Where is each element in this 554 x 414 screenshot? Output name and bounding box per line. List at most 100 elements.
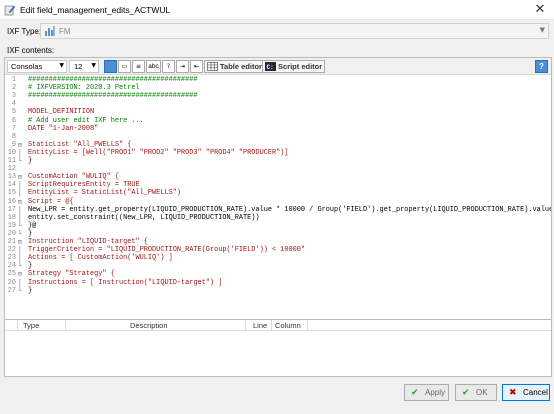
font-size-select[interactable]: 12 ▼ [69, 60, 99, 73]
code-line[interactable]: 6 # Add user edit IXF here ... [5, 117, 551, 125]
font-select[interactable]: Consolas ▼ [7, 60, 67, 73]
code-text: Script = @{ [28, 197, 74, 206]
fold-marker[interactable]: ⊟ [18, 238, 26, 246]
code-line[interactable]: 11 └} [5, 157, 551, 165]
line-number: 16 [7, 197, 16, 206]
ok-button[interactable]: ✔ OK [455, 384, 497, 401]
fold-marker: └ [18, 221, 22, 230]
code-line[interactable]: 20 └} [5, 230, 551, 238]
code-text: StaticList "All_PWELLS" { [28, 140, 132, 149]
line-number: 27 [7, 286, 16, 295]
line-number: 26 [7, 278, 16, 287]
ixf-contents-label: IXF contents: [7, 46, 55, 55]
code-line[interactable]: 5 MODEL_DEFINITION [5, 108, 551, 116]
page-icon[interactable]: ▭ [118, 60, 131, 73]
fold-marker: └ [18, 286, 22, 295]
table-editor-icon [207, 62, 218, 71]
line-number: 3 [11, 92, 16, 101]
abc-button[interactable]: abc [146, 60, 161, 73]
apply-check-icon: ✔ [411, 388, 419, 398]
code-line[interactable]: 22 │ TriggerCriterion = "LIQUID_PRODUCTION… [5, 246, 551, 254]
column-line[interactable]: Line [253, 321, 267, 330]
line-number: 25 [7, 270, 16, 279]
code-text: entity.set_constraint((New_LPR, LIQUID_P… [28, 213, 260, 222]
table-editor-button[interactable]: Table editor [204, 60, 265, 73]
code-line[interactable]: 4 [5, 100, 551, 108]
code-line[interactable]: 16 ⊟ Script = @{ [5, 198, 551, 206]
errors-panel: Type Description Line Column [5, 319, 551, 376]
code-text: }@ [28, 221, 37, 230]
ok-label: OK [476, 388, 488, 397]
code-line[interactable]: 26 │ Instructions = [ Instruction("LIQUID-… [5, 279, 551, 287]
format-lines-icon[interactable] [104, 60, 117, 73]
line-number: 24 [7, 262, 16, 271]
column-description[interactable]: Description [130, 321, 168, 330]
line-number: 13 [7, 173, 16, 182]
wrap-icon[interactable]: ≡ [132, 60, 145, 73]
code-text: # Add user edit IXF here ... [28, 116, 144, 125]
chevron-down-icon: ▼ [59, 62, 64, 69]
column-type[interactable]: Type [23, 321, 39, 330]
code-line[interactable]: 8 [5, 133, 551, 141]
code-line[interactable]: 23 │ Actions = [ CustomAction('WULIQ') ] [5, 254, 551, 262]
code-line[interactable]: 13 ⊟ CustomAction "WULIQ" { [5, 173, 551, 181]
code-line[interactable]: 25 ⊟ Strategy "Strategy" { [5, 270, 551, 278]
script-editor-icon: C: [265, 62, 276, 71]
code-text: # IXFVERSION: 2020.3 Petrel [28, 84, 140, 93]
code-line[interactable]: 2 # IXFVERSION: 2020.3 Petrel [5, 84, 551, 92]
code-line[interactable]: 12 [5, 165, 551, 173]
editor-toolbar: Consolas ▼ 12 ▼ ▭ ≡ abc ? ⇥ ⇤ Table edit… [5, 58, 551, 75]
fold-marker[interactable]: ⊟ [18, 141, 26, 149]
line-number: 10 [7, 148, 16, 157]
fold-marker[interactable]: ⊟ [18, 270, 26, 278]
line-number: 5 [11, 108, 16, 117]
column-column[interactable]: Column [275, 321, 301, 330]
code-text: DATE "1-Jan-2008" [28, 124, 99, 133]
fold-marker[interactable]: ⊟ [18, 198, 26, 206]
errors-header: Type Description Line Column [5, 320, 551, 331]
outdent-icon[interactable]: ⇤ [190, 60, 203, 73]
fold-marker: └ [18, 262, 22, 271]
line-number: 1 [11, 76, 16, 84]
script-editor-button[interactable]: C: Script editor [262, 60, 326, 73]
code-text: Instructions = [ Instruction("LIQUID-tar… [28, 278, 223, 287]
code-line[interactable]: 10 │ EntityList = [Well("PROD1" "PROD2" "P… [5, 149, 551, 157]
code-line[interactable]: 17 │ New_LPR = entity.get_property(LIQUID_… [5, 206, 551, 214]
code-line[interactable]: 18 │ entity.set_constraint((New_LPR, LIQUI… [5, 214, 551, 222]
cancel-button[interactable]: ✖ Cancel [502, 384, 550, 401]
line-number: 2 [11, 84, 16, 93]
fold-marker: │ [18, 246, 22, 255]
code-text: } [28, 229, 33, 238]
apply-button[interactable]: ✔ Apply [404, 384, 449, 401]
code-line[interactable]: 7 DATE "1-Jan-2008" [5, 125, 551, 133]
indent-icon[interactable]: ⇥ [176, 60, 189, 73]
ixf-type-select[interactable]: FM ▼ [40, 23, 549, 39]
code-line[interactable]: 21 ⊟ Instruction "LIQUID-target" { [5, 238, 551, 246]
fold-marker: │ [18, 278, 22, 287]
code-line[interactable]: 24 └} [5, 262, 551, 270]
code-line[interactable]: 27 └} [5, 287, 551, 295]
find-icon[interactable]: ? [162, 60, 175, 73]
code-text: Actions = [ CustomAction('WULIQ') ] [28, 254, 173, 263]
line-number: 23 [7, 254, 16, 263]
code-line[interactable]: 3 #######################################… [5, 92, 551, 100]
close-icon[interactable]: ✕ [532, 2, 548, 18]
fold-marker: │ [18, 205, 22, 214]
code-line[interactable]: 9 ⊟ StaticList "All_PWELLS" { [5, 141, 551, 149]
code-line[interactable]: 15 │ EntityList = StaticList("All_PWELLS") [5, 189, 551, 197]
code-line[interactable]: 1 #######################################… [5, 76, 551, 84]
svg-text:C:: C: [267, 64, 274, 71]
line-number: 12 [7, 165, 16, 174]
fold-marker: │ [18, 189, 22, 198]
code-text: CustomAction "WULIQ" { [28, 173, 119, 182]
code-line[interactable]: 14 │ ScriptRequiresEntity = TRUE [5, 181, 551, 189]
chevron-down-icon[interactable]: ▼ [540, 26, 545, 34]
line-number: 6 [11, 116, 16, 125]
code-editor[interactable]: 1 #######################################… [5, 76, 551, 318]
code-text: } [28, 286, 33, 295]
code-text: } [28, 157, 33, 165]
script-editor-label: Script editor [278, 62, 323, 71]
chevron-down-icon: ▼ [91, 62, 96, 69]
help-icon[interactable]: ? [535, 60, 548, 73]
code-line[interactable]: 19 └}@ [5, 222, 551, 230]
